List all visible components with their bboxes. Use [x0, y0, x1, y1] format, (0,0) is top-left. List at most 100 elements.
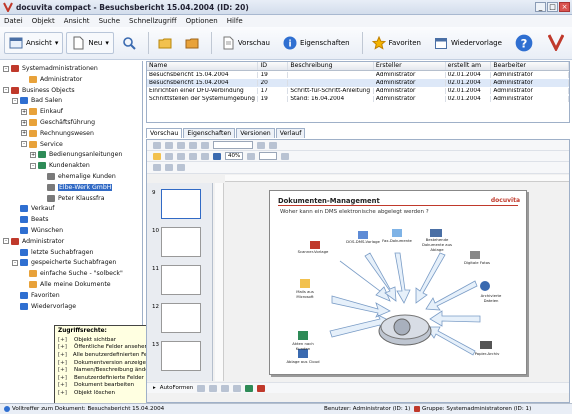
tree-item[interactable]: Alle meine Dokumente [21, 280, 111, 289]
tree-item[interactable]: - Business Objects [3, 86, 75, 95]
draw-menu[interactable]: ▸ [153, 385, 156, 391]
collapse-icon[interactable]: - [12, 97, 18, 104]
expand-icon[interactable]: + [21, 108, 27, 115]
collapse-icon[interactable]: - [30, 162, 36, 169]
table-icon[interactable] [201, 152, 209, 160]
line-icon[interactable] [197, 384, 206, 392]
column-header-id[interactable]: ID [258, 62, 289, 70]
tree-item[interactable]: - Administrator [3, 237, 64, 246]
column-header-creator[interactable]: Ersteller [374, 62, 446, 70]
help-button[interactable]: ? [510, 32, 538, 54]
folder-new-button[interactable] [180, 32, 204, 54]
menu-ansicht[interactable]: Ansicht [64, 17, 90, 25]
chart-icon[interactable] [213, 152, 221, 160]
tree-item[interactable]: ehemalige Kunden [39, 172, 116, 181]
tree-item[interactable]: einfache Suche - "solbeck" [21, 269, 123, 278]
collapse-icon[interactable]: - [3, 65, 9, 72]
preview-button[interactable]: Vorschau [216, 32, 275, 54]
collapse-icon[interactable]: - [3, 87, 9, 94]
font-color-icon[interactable] [257, 384, 266, 392]
tab-properties[interactable]: Eigenschaften [183, 128, 236, 138]
tab-history[interactable]: Verlauf [275, 128, 306, 138]
close-pane-icon[interactable] [177, 164, 185, 171]
resubmission-button[interactable]: Wiedervorlage [429, 32, 507, 54]
column-header-name[interactable]: Name [147, 62, 259, 70]
expand-icon[interactable]: + [21, 119, 27, 126]
slide-thumbnail[interactable]: 10 [152, 227, 201, 257]
view-button[interactable]: Ansicht ▾ [4, 32, 64, 54]
cut-icon[interactable] [153, 141, 161, 149]
slide-thumbnail[interactable]: 9 [152, 189, 201, 219]
close-button[interactable]: × [559, 2, 570, 12]
redo-icon[interactable] [201, 141, 209, 149]
font-size-select[interactable] [259, 152, 278, 160]
column-header-description[interactable]: Beschreibung [288, 62, 374, 70]
tree-item[interactable]: Peter Klaussfra [39, 194, 105, 203]
italic-icon[interactable] [269, 141, 277, 149]
tree-item[interactable]: Favoriten [12, 291, 60, 300]
tree-item[interactable]: Wünschen [12, 226, 63, 235]
print-icon[interactable] [177, 152, 185, 160]
table-row[interactable]: Einrichten einer DFÜ-Verbindung 17 Schritt… [147, 87, 569, 95]
tree-item[interactable]: + Geschäftsführung [21, 118, 95, 127]
favorites-button[interactable]: Favoriten [367, 32, 426, 54]
expand-icon[interactable]: + [21, 130, 27, 137]
menu-objekt[interactable]: Objekt [32, 17, 55, 25]
outline-view-icon[interactable] [165, 164, 173, 171]
collapse-icon[interactable]: - [3, 238, 9, 245]
expand-icon[interactable]: + [30, 151, 36, 158]
tree-item[interactable]: - gespeicherte Suchabfragen [12, 258, 116, 267]
spellcheck-icon[interactable] [189, 152, 197, 160]
table-row[interactable]: Besuchsbericht 15.04.2004 19 Administrator… [147, 71, 569, 79]
menu-suche[interactable]: Suche [99, 17, 120, 25]
menu-datei[interactable]: Datei [4, 17, 23, 25]
table-row[interactable]: Schnittstellen der Systemumgebung 19 Stand… [147, 95, 569, 103]
rectangle-icon[interactable] [221, 384, 230, 392]
tree-item[interactable]: Wiedervorlage [12, 302, 76, 311]
bold-icon[interactable] [257, 141, 265, 149]
slide-thumbnail[interactable]: 13 [152, 341, 201, 371]
arrow-icon[interactable] [209, 384, 218, 392]
copy-icon[interactable] [165, 141, 173, 149]
save-icon[interactable] [165, 152, 173, 160]
tree-item[interactable]: + Einkauf [21, 107, 63, 116]
tree-item[interactable]: - Bad Salen [12, 96, 62, 105]
new-button[interactable]: Neu ▾ [66, 32, 114, 54]
menu-schnellzugriff[interactable]: Schnellzugriff [129, 17, 177, 25]
tree-item[interactable]: letzte Suchabfragen [12, 248, 93, 257]
open-icon[interactable] [153, 152, 161, 160]
collapse-icon[interactable]: - [21, 141, 27, 148]
menu-hilfe[interactable]: Hilfe [227, 17, 243, 25]
tree-item[interactable]: + Bedienungsanleitungen [30, 150, 122, 159]
undo-icon[interactable] [189, 141, 197, 149]
column-header-created[interactable]: erstellt am [446, 62, 492, 70]
tree-item[interactable]: - Systemadministrationen [3, 64, 98, 73]
tab-preview[interactable]: Vorschau [146, 128, 183, 138]
open-folder-button[interactable] [153, 32, 177, 54]
font-select[interactable] [213, 141, 253, 149]
tab-versions[interactable]: Versionen [236, 128, 275, 138]
help-small-icon[interactable] [247, 152, 256, 160]
collapse-icon[interactable]: - [12, 259, 18, 266]
slide-thumbnail[interactable]: 12 [152, 303, 201, 333]
properties-button[interactable]: i Eigenschaften [278, 32, 355, 54]
fill-color-icon[interactable] [245, 384, 254, 392]
autoshapes-button[interactable]: AutoFormen [160, 385, 194, 391]
normal-view-icon[interactable] [153, 164, 161, 171]
menu-optionen[interactable]: Optionen [186, 17, 218, 25]
tree-item[interactable]: - Service [21, 140, 63, 149]
tree-item[interactable]: - Kundenakten [30, 161, 90, 170]
ellipse-icon[interactable] [233, 384, 242, 392]
slide-thumbnail[interactable]: 11 [152, 265, 201, 295]
tree-item[interactable]: Elbe-Werk GmbH [39, 183, 113, 192]
maximize-button[interactable]: □ [547, 2, 558, 12]
zoom-select[interactable]: 40% [225, 152, 244, 160]
tree-item[interactable]: Verkauf [12, 204, 54, 213]
tree-item[interactable]: Beats [12, 215, 49, 224]
tree-item[interactable]: + Rechnungswesen [21, 129, 94, 138]
search-button[interactable] [117, 32, 141, 54]
align-icon[interactable] [281, 152, 290, 160]
paste-icon[interactable] [177, 141, 185, 149]
minimize-button[interactable]: _ [535, 2, 546, 12]
table-row[interactable]: Besuchsbericht 15.04.2004 20 Administrator… [147, 79, 569, 87]
